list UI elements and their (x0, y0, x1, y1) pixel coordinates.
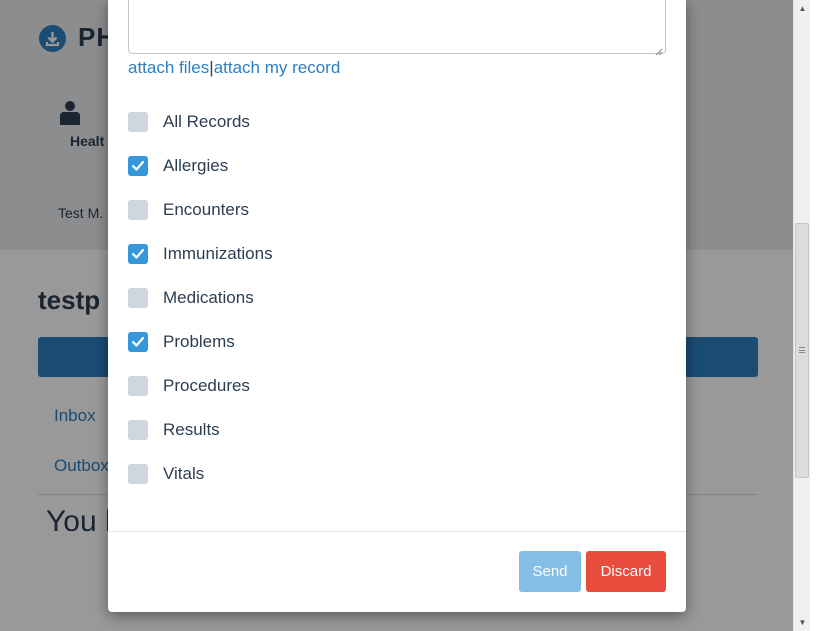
discard-button[interactable]: Discard (586, 551, 666, 592)
attach-files-link[interactable]: attach files (128, 58, 209, 77)
record-option-label: Procedures (163, 376, 250, 395)
record-option-encounters[interactable]: Encounters (128, 188, 273, 232)
checkbox-checked[interactable] (128, 332, 148, 352)
record-option-medications[interactable]: Medications (128, 276, 273, 320)
record-option-procedures[interactable]: Procedures (128, 364, 273, 408)
record-option-label: Immunizations (163, 244, 273, 263)
record-option-results[interactable]: Results (128, 408, 273, 452)
checkbox[interactable] (128, 420, 148, 440)
record-option-immunizations[interactable]: Immunizations (128, 232, 273, 276)
record-option-label: Medications (163, 288, 254, 307)
attach-record-link[interactable]: attach my record (214, 58, 341, 77)
checkbox[interactable] (128, 464, 148, 484)
checkbox[interactable] (128, 200, 148, 220)
record-option-all-records[interactable]: All Records (128, 100, 273, 144)
vertical-scrollbar[interactable]: ▲ ▼ (793, 0, 810, 631)
checkbox-checked[interactable] (128, 156, 148, 176)
modal-footer-divider (108, 531, 686, 532)
record-option-label: Results (163, 420, 220, 439)
record-option-problems[interactable]: Problems (128, 320, 273, 364)
record-option-allergies[interactable]: Allergies (128, 144, 273, 188)
attach-row: attach files|attach my record (128, 58, 340, 78)
compose-modal: attach files|attach my record All Record… (108, 0, 686, 612)
send-button[interactable]: Send (519, 551, 581, 592)
scroll-up-arrow-icon[interactable]: ▲ (794, 0, 811, 17)
message-textarea[interactable] (128, 0, 666, 56)
checkbox-checked[interactable] (128, 244, 148, 264)
checkbox[interactable] (128, 288, 148, 308)
record-option-vitals[interactable]: Vitals (128, 452, 273, 496)
record-option-label: Encounters (163, 200, 249, 219)
record-option-label: Allergies (163, 156, 229, 175)
scrollbar-thumb[interactable] (795, 223, 809, 478)
window-edge (810, 0, 827, 631)
record-option-label: Problems (163, 332, 235, 351)
checkbox[interactable] (128, 376, 148, 396)
checkmark-icon (131, 248, 145, 259)
resize-grip-icon[interactable] (655, 43, 663, 56)
scroll-down-arrow-icon[interactable]: ▼ (794, 614, 811, 631)
checkmark-icon (131, 336, 145, 347)
scroll-grip-icon (799, 347, 805, 353)
checkbox[interactable] (128, 112, 148, 132)
record-option-label: All Records (163, 112, 250, 131)
record-option-label: Vitals (163, 464, 205, 483)
record-checklist: All Records Allergies Encounters Immuniz… (128, 100, 273, 496)
checkmark-icon (131, 160, 145, 171)
